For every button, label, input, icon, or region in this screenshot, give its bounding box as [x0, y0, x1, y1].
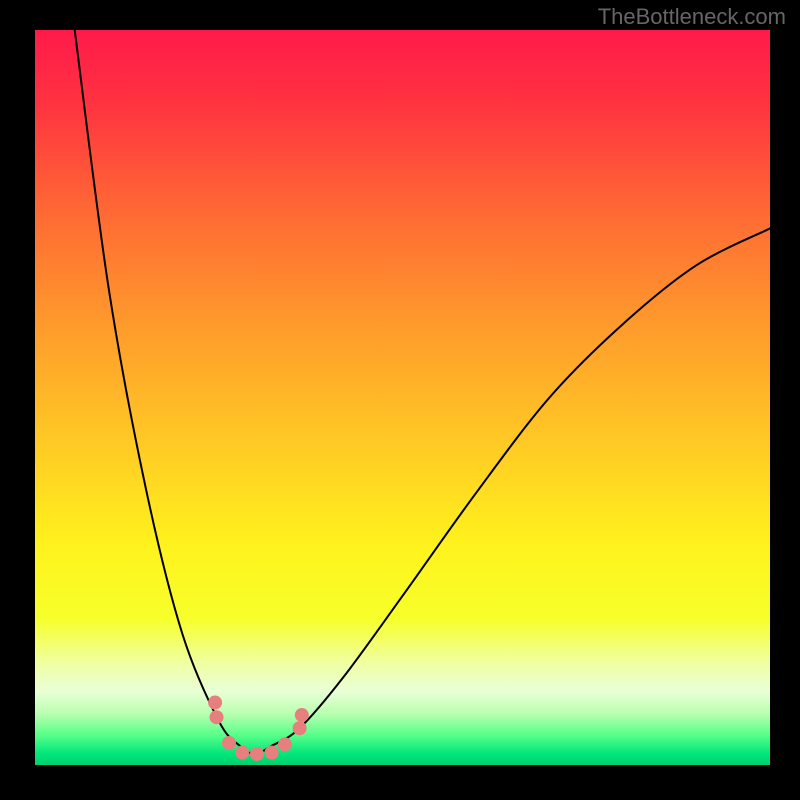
chart-container: { "watermark": "TheBottleneck.com", "plo…	[0, 0, 800, 800]
curve-marker	[278, 737, 292, 751]
curve-marker	[208, 696, 222, 710]
watermark-text: TheBottleneck.com	[598, 4, 786, 30]
curve-marker	[250, 747, 264, 761]
curve-marker	[222, 736, 236, 750]
bottleneck-curve	[75, 30, 770, 754]
curve-marker	[295, 708, 309, 722]
curve-marker	[293, 721, 307, 735]
curve-marker	[265, 746, 279, 760]
curve-layer	[35, 30, 770, 765]
plot-area	[35, 30, 770, 765]
curve-marker	[210, 710, 224, 724]
curve-marker	[235, 746, 249, 760]
